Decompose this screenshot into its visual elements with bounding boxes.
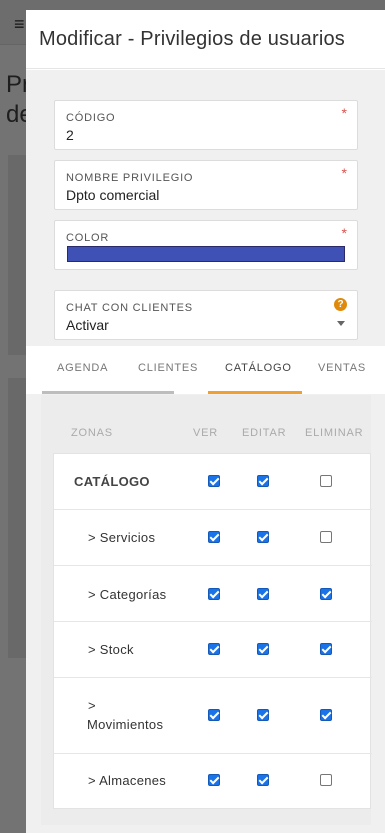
eliminar-checkbox[interactable]	[320, 475, 332, 487]
nombre-privilegio-field[interactable]: NOMBRE PRIVILEGIO * Dpto comercial	[54, 160, 358, 210]
zone-label-line-2: Movimientos	[87, 717, 164, 732]
zone-label-line-1: >	[88, 698, 96, 713]
ver-checkbox[interactable]	[208, 475, 220, 487]
header-eliminar: ELIMINAR	[305, 427, 364, 439]
eliminar-checkbox[interactable]	[320, 774, 332, 786]
table-row: > Movimientos	[54, 678, 372, 754]
table-row: > Almacenes	[54, 754, 372, 808]
chat-con-clientes-label: CHAT CON CLIENTES	[66, 302, 193, 314]
ver-checkbox[interactable]	[208, 709, 220, 721]
table-row: > Categorías	[54, 566, 372, 622]
eliminar-checkbox[interactable]	[320, 531, 332, 543]
color-swatch-input[interactable]	[67, 246, 345, 262]
table-row: > Stock	[54, 622, 372, 678]
ver-checkbox[interactable]	[208, 531, 220, 543]
editar-checkbox[interactable]	[257, 475, 269, 487]
editar-checkbox[interactable]	[257, 709, 269, 721]
modal-header: Modificar - Privilegios de usuarios	[26, 10, 385, 69]
permissions-panel: ZONAS VER EDITAR ELIMINAR CATÁLOGO > Ser…	[41, 395, 372, 825]
required-marker: *	[341, 225, 347, 241]
header-ver: VER	[193, 427, 219, 439]
codigo-input[interactable]: 2	[66, 127, 74, 143]
editar-checkbox[interactable]	[257, 643, 269, 655]
privilege-tabs: AGENDA CLIENTES CATÁLOGO VENTAS	[26, 346, 385, 394]
zone-label: CATÁLOGO	[74, 474, 150, 489]
editar-checkbox[interactable]	[257, 531, 269, 543]
color-label: COLOR	[66, 232, 110, 244]
required-marker: *	[341, 105, 347, 121]
color-field[interactable]: COLOR *	[54, 220, 358, 270]
nombre-privilegio-label: NOMBRE PRIVILEGIO	[66, 172, 194, 184]
tab-ventas[interactable]: VENTAS	[318, 346, 378, 394]
ver-checkbox[interactable]	[208, 643, 220, 655]
permissions-table: CATÁLOGO > Servicios > Categorías > Stoc…	[53, 453, 372, 809]
tab-clientes-label: CLIENTES	[138, 362, 199, 374]
modal-title: Modificar - Privilegios de usuarios	[39, 28, 346, 50]
table-row: > Servicios	[54, 510, 372, 566]
chat-con-clientes-select[interactable]: Activar	[66, 317, 109, 333]
zone-label: > Movimientos	[87, 696, 164, 734]
tab-catalogo[interactable]: CATÁLOGO	[208, 346, 302, 394]
modal-body: CÓDIGO * 2 NOMBRE PRIVILEGIO * Dpto come…	[26, 70, 385, 833]
zone-label: > Almacenes	[88, 773, 167, 788]
editar-checkbox[interactable]	[257, 588, 269, 600]
editar-checkbox[interactable]	[257, 774, 269, 786]
tab-ventas-label: VENTAS	[318, 362, 366, 374]
codigo-label: CÓDIGO	[66, 112, 116, 124]
header-editar: EDITAR	[242, 427, 287, 439]
chat-con-clientes-field[interactable]: CHAT CON CLIENTES ? Activar	[54, 290, 358, 340]
tab-active-underline	[208, 391, 302, 394]
chevron-down-icon[interactable]	[337, 321, 345, 326]
nombre-privilegio-input[interactable]: Dpto comercial	[66, 187, 159, 203]
zone-label: > Stock	[88, 642, 134, 657]
table-row: CATÁLOGO	[54, 454, 372, 510]
tab-agenda-label: AGENDA	[57, 362, 109, 374]
help-icon[interactable]: ?	[334, 298, 347, 311]
tab-clientes[interactable]: CLIENTES	[123, 346, 197, 394]
required-marker: *	[341, 165, 347, 181]
edit-privilege-modal: Modificar - Privilegios de usuarios CÓDI…	[26, 10, 385, 833]
eliminar-checkbox[interactable]	[320, 709, 332, 721]
eliminar-checkbox[interactable]	[320, 643, 332, 655]
header-zonas: ZONAS	[71, 427, 113, 439]
zone-label: > Servicios	[88, 530, 156, 545]
ver-checkbox[interactable]	[208, 774, 220, 786]
zone-label: > Categorías	[88, 587, 167, 602]
tab-catalogo-label: CATÁLOGO	[225, 362, 292, 374]
permissions-header: ZONAS VER EDITAR ELIMINAR	[41, 420, 371, 450]
eliminar-checkbox[interactable]	[320, 588, 332, 600]
codigo-field[interactable]: CÓDIGO * 2	[54, 100, 358, 150]
ver-checkbox[interactable]	[208, 588, 220, 600]
